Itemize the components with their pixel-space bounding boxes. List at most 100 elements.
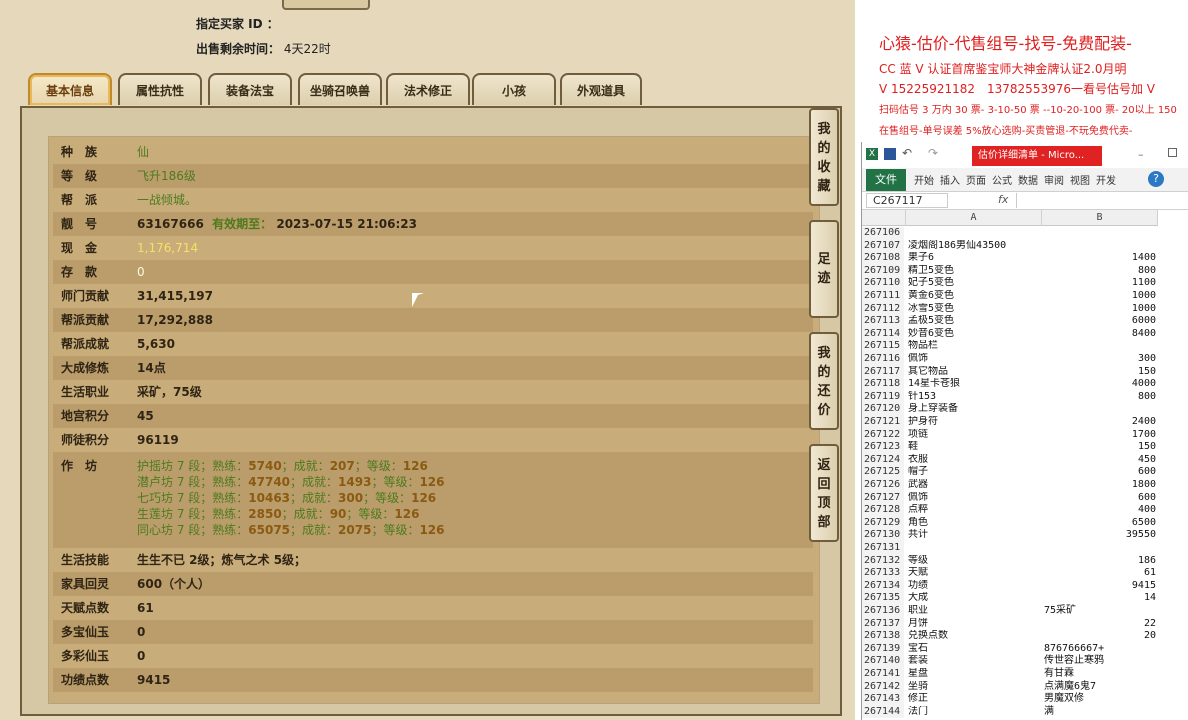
row-number[interactable]: 267136 bbox=[862, 605, 904, 618]
row-number[interactable]: 267121 bbox=[862, 416, 904, 429]
sheet-row[interactable]: 267139 宝石 876766667+ bbox=[862, 642, 1188, 656]
cell-a[interactable]: 等级 bbox=[908, 555, 1042, 568]
cell-b[interactable]: 8400 bbox=[1044, 328, 1156, 341]
sheet-row[interactable]: 267127 佩饰 600 bbox=[862, 491, 1188, 505]
sheet-row[interactable]: 267118 14星卡苍狼 4000 bbox=[862, 378, 1188, 391]
cell-a[interactable]: 项链 bbox=[908, 429, 1042, 442]
cell-b[interactable]: 20 bbox=[1044, 630, 1156, 643]
sheet-row[interactable]: 267106 bbox=[862, 227, 1188, 240]
sheet-row[interactable]: 267141 星盘 有甘霖 bbox=[862, 668, 1188, 681]
undo-icon[interactable]: ↶ bbox=[902, 146, 912, 160]
row-number[interactable]: 267106 bbox=[862, 227, 904, 240]
cell-a[interactable]: 套装 bbox=[908, 655, 1042, 668]
row-number[interactable]: 267108 bbox=[862, 252, 904, 265]
cell-a[interactable]: 点粹 bbox=[908, 504, 1042, 517]
row-number[interactable]: 267109 bbox=[862, 264, 904, 278]
cell-b[interactable]: 1400 bbox=[1044, 252, 1156, 265]
cell-a[interactable]: 14星卡苍狼 bbox=[908, 378, 1042, 391]
cell-a[interactable]: 角色 bbox=[908, 517, 1042, 530]
sheet-row[interactable]: 267143 修正 男魔双修 bbox=[862, 693, 1188, 706]
row-number[interactable]: 267134 bbox=[862, 579, 904, 593]
cell-b[interactable]: 400 bbox=[1044, 504, 1156, 517]
cell-a[interactable]: 武器 bbox=[908, 479, 1042, 492]
sheet-row[interactable]: 267124 衣服 450 bbox=[862, 453, 1188, 467]
ribbon-tab-developer[interactable]: 开发 bbox=[1096, 172, 1116, 187]
sheet-row[interactable]: 267129 角色 6500 bbox=[862, 516, 1188, 530]
cell-a[interactable]: 果子6 bbox=[908, 252, 1042, 265]
sheet-row[interactable]: 267114 妙音6变色 8400 bbox=[862, 327, 1188, 341]
cell-a[interactable]: 冰雪5变色 bbox=[908, 303, 1042, 316]
row-number[interactable]: 267122 bbox=[862, 428, 904, 442]
row-number[interactable]: 267119 bbox=[862, 390, 904, 404]
cell-b[interactable]: 600 bbox=[1044, 466, 1156, 479]
cell-b[interactable]: 点满魔6鬼7 bbox=[1044, 681, 1156, 694]
tab-mounts-pets[interactable]: 坐骑召唤兽 bbox=[298, 73, 382, 105]
row-number[interactable]: 267117 bbox=[862, 365, 904, 379]
back-to-top-button[interactable]: 返回顶部 bbox=[809, 444, 839, 542]
row-number[interactable]: 267131 bbox=[862, 542, 904, 555]
sheet-row[interactable]: 267108 果子6 1400 bbox=[862, 252, 1188, 265]
cell-a[interactable]: 修正 bbox=[908, 693, 1042, 706]
ribbon-tab-review[interactable]: 审阅 bbox=[1044, 172, 1064, 187]
ribbon-tab-formulas[interactable]: 公式 bbox=[992, 172, 1012, 187]
cell-b[interactable]: 2400 bbox=[1044, 416, 1156, 429]
cell-a[interactable]: 兑换点数 bbox=[908, 630, 1042, 643]
row-number[interactable]: 267135 bbox=[862, 592, 904, 605]
sheet-row[interactable]: 267130 共计 39550 bbox=[862, 529, 1188, 542]
cell-a[interactable]: 其它物品 bbox=[908, 366, 1042, 379]
column-header-b[interactable]: B bbox=[1042, 210, 1158, 226]
cell-b[interactable]: 满 bbox=[1044, 706, 1156, 719]
sheet-row[interactable]: 267126 武器 1800 bbox=[862, 479, 1188, 492]
row-number[interactable]: 267113 bbox=[862, 315, 904, 328]
row-number[interactable]: 267107 bbox=[862, 239, 904, 253]
ribbon-tab-view[interactable]: 视图 bbox=[1070, 172, 1090, 187]
cell-a[interactable]: 坐骑 bbox=[908, 681, 1042, 694]
tab-children[interactable]: 小孩 bbox=[472, 73, 556, 105]
cell-a[interactable]: 凌烟阁186男仙43500 bbox=[908, 240, 1042, 253]
sheet-row[interactable]: 267113 孟极5变色 6000 bbox=[862, 315, 1188, 328]
cell-b[interactable]: 1800 bbox=[1044, 479, 1156, 492]
my-counter-offer-button[interactable]: 我的还价 bbox=[809, 332, 839, 430]
cell-b[interactable]: 14 bbox=[1044, 592, 1156, 605]
row-number[interactable]: 267139 bbox=[862, 642, 904, 656]
sheet-row[interactable]: 267123 鞋 150 bbox=[862, 441, 1188, 454]
sheet-row[interactable]: 267144 法门满 bbox=[862, 705, 1188, 719]
cell-b[interactable]: 150 bbox=[1044, 441, 1156, 454]
corner-header[interactable] bbox=[862, 210, 906, 226]
sheet-row[interactable]: 267140 套装 传世容止寒鸦 bbox=[862, 655, 1188, 668]
cell-b[interactable]: 1700 bbox=[1044, 429, 1156, 442]
cell-b[interactable]: 9415 bbox=[1044, 580, 1156, 593]
cell-a[interactable]: 物品栏 bbox=[908, 340, 1042, 353]
sheet-row[interactable]: 267142 坐骑 点满魔6鬼7 bbox=[862, 680, 1188, 694]
cell-a[interactable]: 针153 bbox=[908, 391, 1042, 404]
redo-icon[interactable]: ↷ bbox=[928, 146, 938, 160]
cell-b[interactable]: 876766667+ bbox=[1044, 643, 1156, 656]
cell-b[interactable]: 6500 bbox=[1044, 517, 1156, 530]
row-number[interactable]: 267115 bbox=[862, 340, 904, 353]
cell-b[interactable]: 有甘霖 bbox=[1044, 668, 1156, 681]
cell-a[interactable]: 职业 bbox=[908, 605, 1042, 618]
row-number[interactable]: 267126 bbox=[862, 479, 904, 492]
sheet-row[interactable]: 267116 佩饰 300 bbox=[862, 353, 1188, 366]
minimize-icon[interactable]: – bbox=[1138, 148, 1144, 161]
sheet-row[interactable]: 267128 点粹 400 bbox=[862, 504, 1188, 517]
fx-icon[interactable]: fx bbox=[998, 193, 1008, 206]
cell-b[interactable]: 450 bbox=[1044, 454, 1156, 467]
cell-a[interactable]: 妃子5变色 bbox=[908, 277, 1042, 290]
row-number[interactable]: 267137 bbox=[862, 617, 904, 631]
sheet-row[interactable]: 267121 护身符 2400 bbox=[862, 416, 1188, 429]
row-number[interactable]: 267140 bbox=[862, 655, 904, 668]
cell-a[interactable]: 功绩 bbox=[908, 580, 1042, 593]
my-favorites-button[interactable]: 我的收藏 bbox=[809, 108, 839, 206]
cell-a[interactable]: 月饼 bbox=[908, 618, 1042, 631]
tab-equipment[interactable]: 装备法宝 bbox=[208, 73, 292, 105]
cell-a[interactable]: 佩饰 bbox=[908, 492, 1042, 505]
sheet-row[interactable]: 267133 天赋 61 bbox=[862, 567, 1188, 580]
row-number[interactable]: 267138 bbox=[862, 630, 904, 643]
cell-b[interactable]: 传世容止寒鸦 bbox=[1044, 655, 1156, 668]
cell-a[interactable]: 大成 bbox=[908, 592, 1042, 605]
ribbon-tab-insert[interactable]: 插入 bbox=[940, 172, 960, 187]
cell-a[interactable]: 法门 bbox=[908, 706, 1042, 719]
row-number[interactable]: 267110 bbox=[862, 277, 904, 290]
cell-a[interactable]: 孟极5变色 bbox=[908, 315, 1042, 328]
